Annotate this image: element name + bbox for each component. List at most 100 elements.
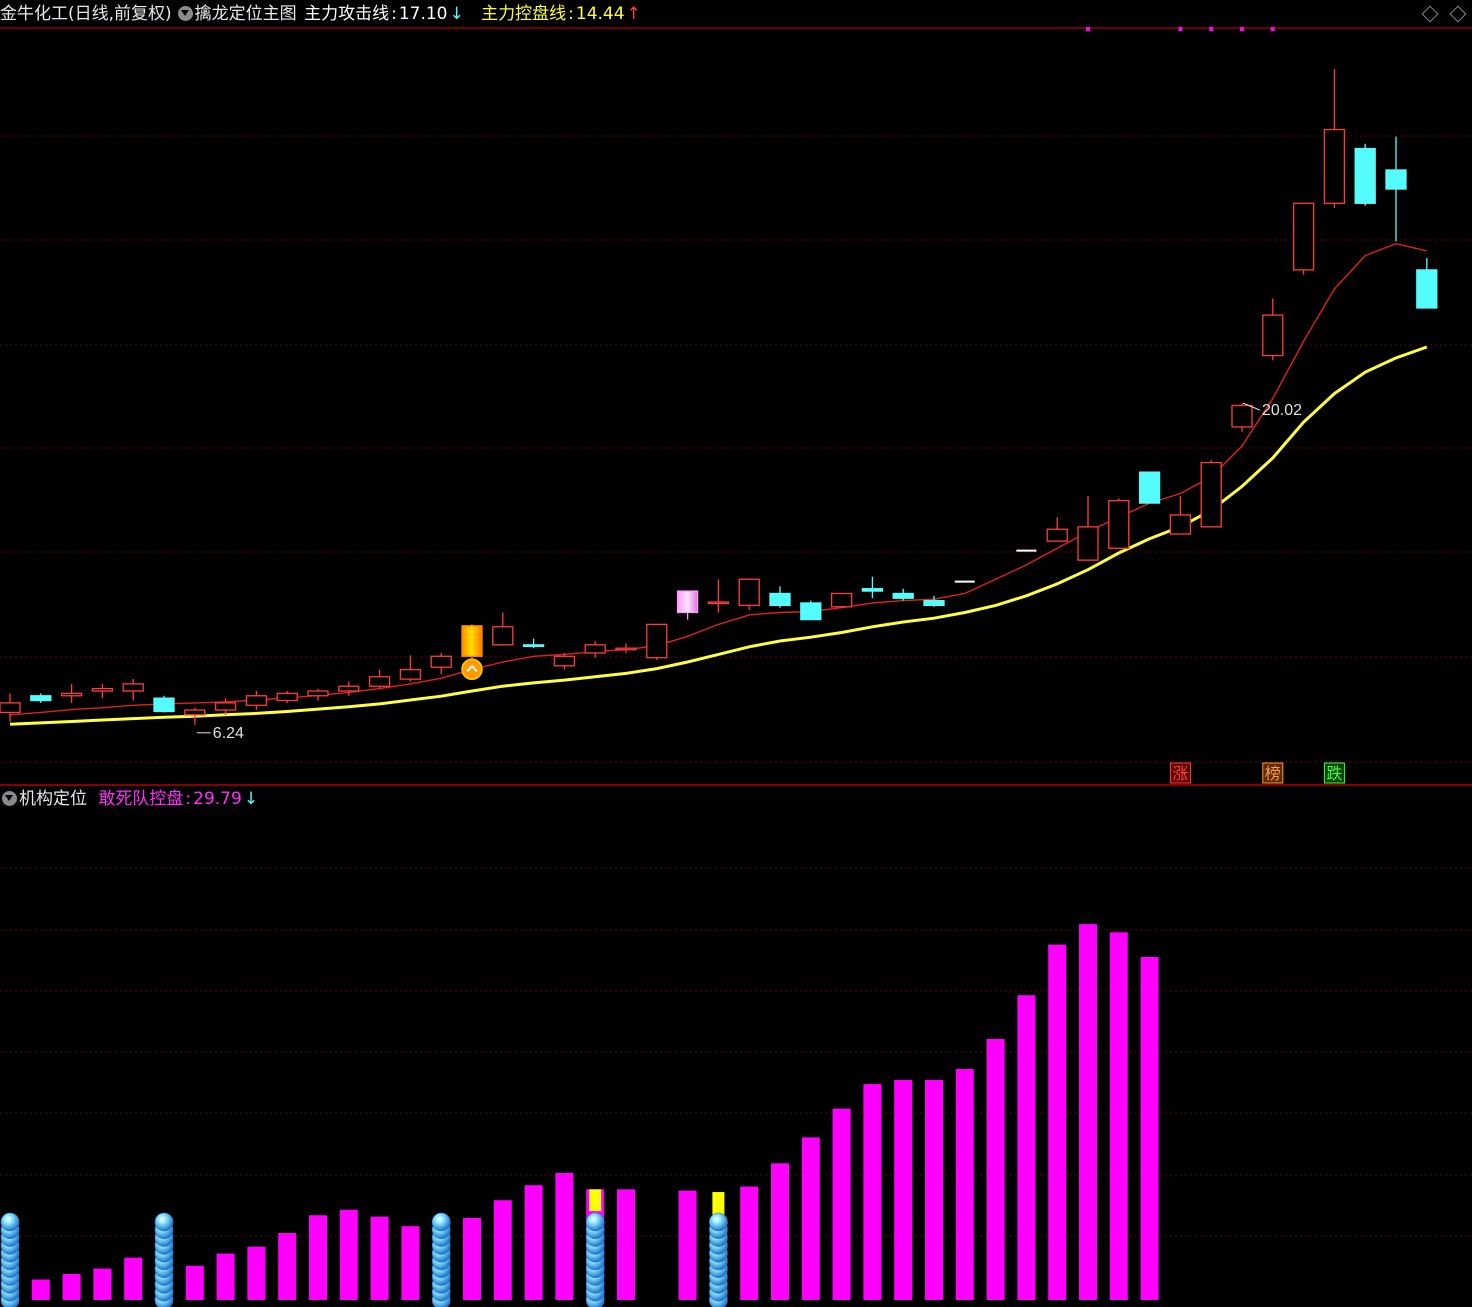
control-bar <box>216 1253 235 1300</box>
candle-body <box>430 655 452 668</box>
control-bar <box>801 1137 820 1300</box>
candle <box>892 588 914 601</box>
candle <box>153 695 175 713</box>
candle <box>1385 136 1407 242</box>
candle-body <box>769 592 791 607</box>
control-bar <box>894 1079 913 1300</box>
control-bar <box>370 1216 389 1300</box>
candle-body <box>307 690 329 697</box>
control-bar <box>1140 956 1159 1300</box>
control-bar <box>278 1233 297 1300</box>
candle-body <box>800 602 822 621</box>
indicator-panel-header: 机构定位 敢死队控盘:29.79 ↓ <box>0 785 260 813</box>
candle-body <box>707 601 730 605</box>
candle-body <box>738 578 760 607</box>
candle <box>1169 495 1192 535</box>
control-line-value: 14.44 <box>575 4 625 24</box>
candle-body <box>492 626 514 646</box>
control-bar <box>401 1226 420 1300</box>
candle <box>91 683 114 699</box>
candle-body <box>245 695 268 706</box>
candle <box>214 698 237 715</box>
stock-title: 金牛化工(日线,前复权) <box>0 4 172 24</box>
candle-body <box>1354 147 1376 204</box>
candle <box>800 600 822 621</box>
control-bar <box>524 1185 543 1300</box>
candle <box>1323 69 1346 209</box>
candle-body <box>30 695 52 702</box>
candle <box>1416 258 1438 309</box>
control-bar <box>832 1108 851 1300</box>
ball-marker <box>431 1212 451 1232</box>
candle <box>1077 495 1099 561</box>
control-bar <box>1048 944 1067 1300</box>
candle-body <box>1169 514 1192 535</box>
candle-body <box>676 590 699 614</box>
signal-dot <box>1270 27 1275 31</box>
candle <box>769 586 791 608</box>
signal-dot <box>1178 27 1183 31</box>
attack-line-arrow: ↓ <box>449 4 464 24</box>
control-bar <box>555 1172 574 1300</box>
ball-marker <box>0 1212 20 1232</box>
candle-body <box>923 599 945 607</box>
candle-body <box>368 676 391 687</box>
control-bar <box>1017 995 1036 1300</box>
control-bar <box>493 1200 512 1300</box>
control-line-label: 主力控盘线 <box>481 4 567 24</box>
control-bar <box>863 1084 882 1300</box>
candle <box>276 691 298 703</box>
control-bar <box>678 1190 697 1300</box>
candle-body <box>338 685 360 692</box>
candle <box>1354 143 1376 206</box>
candle <box>1108 498 1130 549</box>
candle <box>522 638 545 649</box>
candle <box>492 612 514 646</box>
indicator-name[interactable]: 机构定位 <box>19 789 87 809</box>
candle-body <box>1138 471 1161 504</box>
control-bar <box>463 1218 481 1300</box>
control-bar <box>339 1209 358 1300</box>
ball-marker <box>154 1212 174 1232</box>
control-bar <box>93 1268 112 1300</box>
candle <box>738 578 760 611</box>
candle <box>1262 298 1284 361</box>
candle <box>1292 202 1315 275</box>
control-bar <box>31 1279 50 1300</box>
control-bar <box>1109 932 1128 1300</box>
marker-label: 跌 <box>1326 764 1342 783</box>
candle-body <box>861 588 884 592</box>
control-bar <box>185 1265 204 1300</box>
candle-body <box>615 647 637 651</box>
candle <box>1200 460 1222 528</box>
indicator-settings-icon[interactable] <box>2 791 17 806</box>
candle-body <box>1046 528 1068 542</box>
control-bar <box>309 1215 327 1300</box>
candle-body <box>1262 314 1284 357</box>
signal-dot <box>1209 27 1214 31</box>
control-series-value: 29.79 <box>193 789 242 809</box>
main-indicator-name[interactable]: 擒龙定位主图 <box>195 4 297 24</box>
control-bar <box>740 1186 759 1300</box>
candle-body <box>830 592 853 608</box>
label-colon: : <box>185 789 192 809</box>
candle <box>245 691 268 711</box>
candle <box>430 652 452 675</box>
candle-body <box>892 592 914 599</box>
candle <box>707 579 730 613</box>
candle <box>861 576 884 599</box>
highlight-bar <box>589 1189 602 1212</box>
candle-body <box>153 697 175 713</box>
settings-toggle-icon[interactable] <box>177 6 193 21</box>
stock-chart[interactable]: 20.02 6.24 涨 榜 跌 <box>0 0 1472 1307</box>
control-bar <box>955 1069 974 1300</box>
candle <box>1046 517 1068 542</box>
candle-body <box>1231 404 1253 428</box>
control-series-label: 敢死队控盘 <box>98 789 184 809</box>
main-chart-header: 金牛化工(日线,前复权) 擒龙定位主图 主力攻击线:17.10 ↓ 主力控盘线:14… <box>0 0 643 28</box>
candle <box>646 623 668 661</box>
candle <box>60 683 83 703</box>
candle-body <box>584 644 606 654</box>
candle-body <box>122 683 144 692</box>
label-colon: : <box>568 4 574 24</box>
